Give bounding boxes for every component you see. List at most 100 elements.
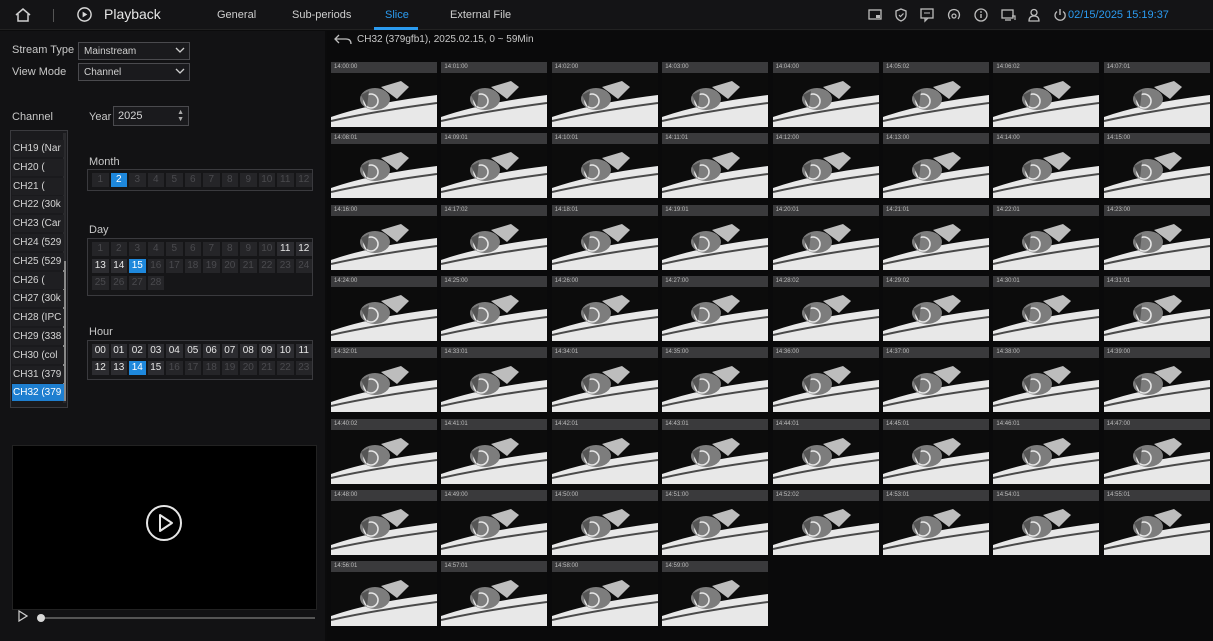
slice-thumbnail[interactable]: 14:29:02 xyxy=(883,275,989,341)
channel-item[interactable]: CH27 (30k xyxy=(12,290,64,308)
slice-thumbnail[interactable]: 14:09:01 xyxy=(441,133,548,199)
hour-cell[interactable]: 15 xyxy=(147,361,164,375)
year-spinbox[interactable]: 2025 ▲ ▼ xyxy=(113,106,189,126)
slice-thumbnail[interactable]: 14:23:00 xyxy=(1103,204,1210,270)
slice-thumbnail[interactable]: 14:37:00 xyxy=(883,347,989,413)
slice-thumbnail[interactable]: 14:11:01 xyxy=(662,133,769,199)
month-cell[interactable]: 2 xyxy=(110,173,127,187)
slice-thumbnail[interactable]: 14:56:01 xyxy=(331,561,437,627)
slice-thumbnail[interactable]: 14:48:00 xyxy=(331,489,437,555)
slice-thumbnail[interactable]: 14:38:00 xyxy=(993,347,1100,413)
slice-thumbnail[interactable]: 14:28:02 xyxy=(772,275,879,341)
slice-thumbnail[interactable]: 14:39:00 xyxy=(1103,347,1210,413)
stream-type-select[interactable]: Mainstream xyxy=(78,42,190,60)
slice-thumbnail[interactable]: 14:51:00 xyxy=(662,489,769,555)
slice-thumbnail[interactable]: 14:16:00 xyxy=(331,204,437,270)
channel-item[interactable]: CH23 (Car xyxy=(12,215,64,233)
channel-item[interactable]: CH22 (30k xyxy=(12,196,64,214)
slice-thumbnail[interactable]: 14:58:00 xyxy=(551,561,658,627)
slice-thumbnail[interactable]: 14:10:01 xyxy=(551,133,658,199)
home-icon[interactable] xyxy=(14,6,32,24)
network-icon[interactable] xyxy=(946,7,962,23)
slice-thumbnail[interactable]: 14:50:00 xyxy=(551,489,658,555)
hour-cell[interactable]: 10 xyxy=(277,344,294,358)
hour-cell[interactable]: 11 xyxy=(295,344,312,358)
slice-thumbnail[interactable]: 14:43:01 xyxy=(662,418,769,484)
hour-cell[interactable]: 01 xyxy=(110,344,127,358)
hour-cell[interactable]: 04 xyxy=(166,344,183,358)
channel-item[interactable]: CH20 ( xyxy=(12,158,64,176)
slice-thumbnail[interactable]: 14:52:02 xyxy=(772,489,879,555)
tab-sub-periods[interactable]: Sub-periods xyxy=(292,9,351,21)
spin-arrows-icon[interactable]: ▲ ▼ xyxy=(177,109,184,123)
channel-item[interactable]: CH26 ( xyxy=(12,271,64,289)
hour-cell[interactable]: 03 xyxy=(147,344,164,358)
slice-thumbnail[interactable]: 14:47:00 xyxy=(1103,418,1210,484)
slice-thumbnail[interactable]: 14:12:00 xyxy=(772,133,879,199)
hour-cell[interactable]: 12 xyxy=(92,361,109,375)
day-cell[interactable]: 14 xyxy=(110,259,127,273)
slice-thumbnail[interactable]: 14:57:01 xyxy=(441,561,548,627)
tab-general[interactable]: General xyxy=(217,9,256,21)
slice-thumbnail[interactable]: 14:25:00 xyxy=(441,275,548,341)
play-icon[interactable] xyxy=(18,610,28,622)
slice-thumbnail[interactable]: 14:17:02 xyxy=(441,204,548,270)
hour-cell[interactable]: 14 xyxy=(129,361,146,375)
slice-thumbnail[interactable]: 14:35:00 xyxy=(662,347,769,413)
slice-thumbnail[interactable]: 14:32:01 xyxy=(331,347,437,413)
slice-thumbnail[interactable]: 14:02:00 xyxy=(551,62,658,127)
channel-item[interactable]: CH24 (529 xyxy=(12,234,64,251)
hour-cell[interactable]: 08 xyxy=(240,344,257,358)
slice-thumbnail[interactable]: 14:46:01 xyxy=(993,418,1100,484)
display-icon[interactable] xyxy=(1000,7,1016,23)
slice-thumbnail[interactable]: 14:59:00 xyxy=(662,561,769,627)
slice-thumbnail[interactable]: 14:07:01 xyxy=(1103,62,1210,127)
slice-thumbnail[interactable]: 14:26:00 xyxy=(551,275,658,341)
slice-thumbnail[interactable]: 14:36:00 xyxy=(772,347,879,413)
slice-thumbnail[interactable]: 14:49:00 xyxy=(441,489,548,555)
slice-thumbnail[interactable]: 14:31:01 xyxy=(1103,275,1210,341)
slice-thumbnail[interactable]: 14:15:00 xyxy=(1103,133,1210,199)
day-cell[interactable]: 15 xyxy=(129,259,146,273)
day-cell[interactable]: 13 xyxy=(92,259,109,273)
slice-thumbnail[interactable]: 14:30:01 xyxy=(993,275,1100,341)
slice-thumbnail[interactable]: 14:00:00 xyxy=(331,62,437,127)
user-icon[interactable] xyxy=(1026,7,1042,23)
slice-thumbnail[interactable]: 14:44:01 xyxy=(772,418,879,484)
hour-cell[interactable]: 05 xyxy=(184,344,201,358)
slice-thumbnail[interactable]: 14:21:01 xyxy=(883,204,989,270)
slice-thumbnail[interactable]: 14:20:01 xyxy=(772,204,879,270)
power-icon[interactable] xyxy=(1052,7,1068,23)
channel-list[interactable]: CH19 (Nar CH20 (CH21 (CH22 (30k CH23 (Car C… xyxy=(10,130,68,408)
progress-track[interactable] xyxy=(40,617,315,619)
slice-thumbnail[interactable]: 14:24:00 xyxy=(331,275,437,341)
slice-thumbnail[interactable]: 14:13:00 xyxy=(883,133,989,199)
channel-item[interactable]: CH28 (IPC xyxy=(12,309,64,327)
slice-thumbnail[interactable]: 14:53:01 xyxy=(883,489,989,555)
monitor-chat-icon[interactable] xyxy=(919,7,935,23)
slice-thumbnail[interactable]: 14:45:01 xyxy=(883,418,989,484)
slice-thumbnail[interactable]: 14:04:00 xyxy=(772,62,879,127)
slice-thumbnail[interactable]: 14:27:00 xyxy=(662,275,769,341)
shield-icon[interactable] xyxy=(893,7,909,23)
slice-thumbnail[interactable]: 14:33:01 xyxy=(441,347,548,413)
progress-handle[interactable] xyxy=(37,614,45,622)
channel-item[interactable]: CH31 (379 xyxy=(12,365,64,383)
slice-thumbnail[interactable]: 14:08:01 xyxy=(331,133,437,199)
slice-thumbnail[interactable]: 14:34:01 xyxy=(551,347,658,413)
slice-thumbnail[interactable]: 14:18:01 xyxy=(551,204,658,270)
slice-thumbnail[interactable]: 14:14:00 xyxy=(993,133,1100,199)
back-icon[interactable] xyxy=(333,33,353,47)
slice-thumbnail[interactable]: 14:06:02 xyxy=(993,62,1100,127)
slice-thumbnail[interactable]: 14:40:02 xyxy=(331,418,437,484)
slice-thumbnail[interactable]: 14:54:01 xyxy=(993,489,1100,555)
hour-cell[interactable]: 00 xyxy=(92,344,109,358)
channel-item[interactable]: CH29 (338 xyxy=(12,328,64,345)
screen-icon[interactable] xyxy=(867,7,883,23)
hour-cell[interactable]: 07 xyxy=(221,344,238,358)
slice-thumbnail[interactable]: 14:41:01 xyxy=(441,418,548,484)
day-cell[interactable]: 11 xyxy=(277,242,294,256)
play-circle-icon[interactable] xyxy=(144,503,184,543)
info-icon[interactable] xyxy=(973,7,989,23)
hour-cell[interactable]: 06 xyxy=(203,344,220,358)
